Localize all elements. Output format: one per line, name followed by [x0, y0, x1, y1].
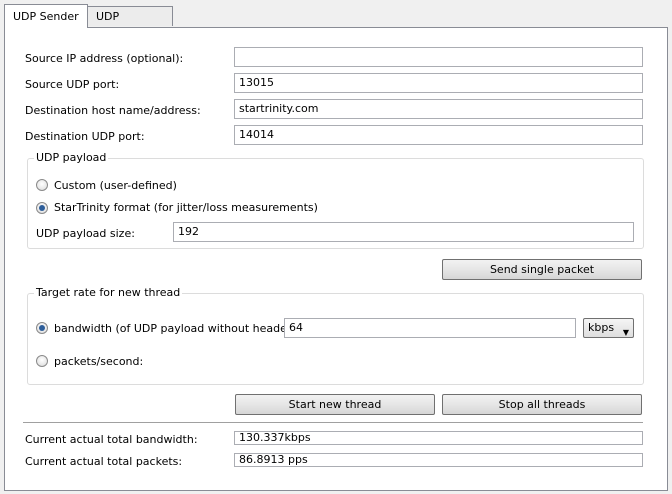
dest-host-label: Destination host name/address: — [25, 104, 201, 117]
udp-payload-group: UDP payload Custom (user-defined) StarTr… — [27, 151, 644, 249]
unit-value: kbps — [588, 321, 615, 334]
unit-select[interactable]: kbps ▼ — [583, 318, 634, 338]
custom-payload-label[interactable]: Custom (user-defined) — [54, 179, 177, 192]
bandwidth-radio[interactable] — [36, 322, 48, 334]
dest-port-input[interactable]: 14014 — [234, 125, 643, 145]
bandwidth-label[interactable]: bandwidth (of UDP payload without header… — [54, 322, 305, 335]
tab-udp-sender[interactable]: UDP Sender — [4, 4, 88, 28]
payload-size-input[interactable]: 192 — [173, 222, 634, 242]
divider — [23, 422, 643, 423]
payload-size-label: UDP payload size: — [36, 227, 135, 240]
startrinity-format-label[interactable]: StarTrinity format (for jitter/loss meas… — [54, 201, 318, 214]
source-port-label: Source UDP port: — [25, 78, 120, 91]
packets-per-second-radio[interactable] — [36, 355, 48, 367]
source-ip-label: Source IP address (optional): — [25, 52, 184, 65]
source-port-input[interactable]: 13015 — [234, 73, 643, 93]
dest-port-label: Destination UDP port: — [25, 130, 145, 143]
target-rate-group: Target rate for new thread bandwidth (of… — [27, 286, 644, 385]
current-bandwidth-value: 130.337kbps — [234, 431, 643, 445]
stop-all-threads-button[interactable]: Stop all threads — [442, 394, 642, 415]
custom-payload-radio[interactable] — [36, 179, 48, 191]
send-single-packet-button[interactable]: Send single packet — [442, 259, 642, 280]
tab-udp-receiver[interactable]: UDP Receiver — [87, 6, 173, 43]
sender-panel: Source IP address (optional): Source UDP… — [4, 27, 668, 491]
current-bandwidth-label: Current actual total bandwidth: — [25, 433, 198, 446]
startrinity-format-radio[interactable] — [36, 202, 48, 214]
current-packets-value: 86.8913 pps — [234, 453, 643, 467]
current-packets-label: Current actual total packets: — [25, 455, 183, 468]
start-new-thread-button[interactable]: Start new thread — [235, 394, 435, 415]
target-rate-title: Target rate for new thread — [34, 286, 183, 299]
bandwidth-input[interactable]: 64 — [284, 318, 576, 338]
dest-host-input[interactable]: startrinity.com — [234, 99, 643, 119]
packets-per-second-label[interactable]: packets/second: — [54, 355, 143, 368]
chevron-down-icon: ▼ — [622, 328, 629, 337]
source-ip-input[interactable] — [234, 47, 643, 67]
udp-payload-title: UDP payload — [34, 151, 109, 164]
